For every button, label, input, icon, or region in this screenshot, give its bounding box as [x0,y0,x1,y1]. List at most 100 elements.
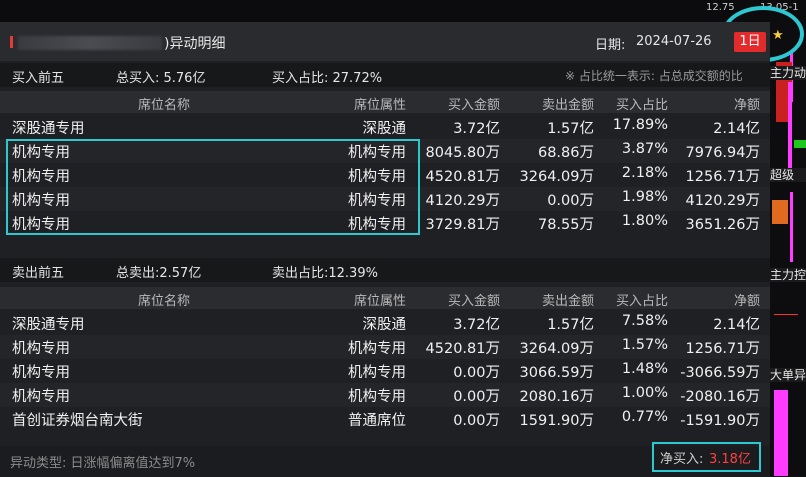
net-amount: 2.14亿 [713,317,760,333]
sell-ratio: 卖出占比:12.39% [272,266,378,281]
scale-label-left: 12.75 [706,2,735,13]
sell-amount: 3066.59万 [519,365,594,381]
side-label-super: 超级 [770,168,806,182]
net-buy-label: 净买入: [660,452,704,467]
title-marker [10,36,13,48]
chart-bar [772,200,788,224]
seat-attr: 机构专用 [348,341,406,357]
col-buy-ratio: 买入占比 [615,294,668,309]
col-seat-attr: 席位属性 [353,98,406,113]
table-row[interactable]: 机构专用 机构专用 0.00万 3066.59万 1.48% -3066.59万 [0,359,770,383]
net-amount: 3651.26万 [685,217,760,233]
sell-amount: 2080.16万 [519,389,594,405]
buy-amount: 0.00万 [453,365,500,381]
side-label-big-order: 大单异动 [770,368,806,382]
buy-ratio: 1.57% [621,337,668,353]
ratio-note: ※ 占比统一表示: 占总成交额的比 [565,69,743,83]
chart-bar [794,140,806,148]
institution-highlight-box [6,139,420,235]
sell-amount: 3264.09万 [519,169,594,185]
net-buy-box: 净买入: 3.18亿 [652,442,761,472]
sell-amount: 1591.90万 [519,413,594,429]
sell-amount: 1.57亿 [547,121,594,137]
buy-ratio: 买入占比: 27.72% [272,71,383,86]
buy-amount: 0.00万 [453,413,500,429]
net-amount: 2.14亿 [713,121,760,137]
title-suffix: )异动明细 [164,36,226,52]
sell-amount: 3264.09万 [519,341,594,357]
seat-attr: 机构专用 [348,389,406,405]
net-buy-value: 3.18亿 [709,452,751,467]
buy-ratio: 2.18% [621,165,668,181]
seat-name: 机构专用 [12,365,70,381]
date-value[interactable]: 2024-07-26 [636,34,712,49]
sell-amount: 68.86万 [537,145,594,161]
col-sell-amount: 卖出金额 [541,98,594,113]
chart-bar [790,192,793,262]
unusual-trading-dialog: )异动明细 日期: 2024-07-26 1日 买入前五 总买入: 5.76亿 … [0,22,770,477]
sell-amount: 1.57亿 [547,317,594,333]
seat-name: 首创证券烟台南大街 [12,413,143,429]
sell-total: 总卖出:2.57亿 [116,266,202,281]
redacted-stock-name [18,36,162,50]
seat-name: 深股通专用 [12,121,85,137]
chart-scale-strip: 12.75 13.05-1 [0,0,806,22]
buy-amount: 4520.81万 [425,169,500,185]
sell-table-body: 深股通专用 深股通 3.72亿 1.57亿 7.58% 2.14亿 机构专用 机… [0,311,770,431]
col-buy-ratio: 买入占比 [615,98,668,113]
date-label: 日期: [595,38,626,53]
dialog-titlebar: )异动明细 日期: 2024-07-26 1日 [0,23,770,61]
net-amount: -1591.90万 [680,413,760,429]
buy-ratio: 7.58% [621,313,668,329]
col-buy-amount: 买入金额 [447,294,500,309]
chart-bar [774,390,788,476]
col-sell-amount: 卖出金额 [541,294,594,309]
side-chart-panel[interactable]: 主力动向 超级 主力控盘 大单异动 [770,22,806,476]
sell-table-header: 席位名称 席位属性 买入金额 卖出金额 买入占比 净额 [0,287,770,309]
side-label-main-force: 主力动向 [770,66,806,80]
seat-attr: 机构专用 [348,365,406,381]
side-label-control: 主力控盘 [770,268,806,282]
star-icon[interactable]: ★ [772,28,784,43]
table-row[interactable]: 深股通专用 深股通 3.72亿 1.57亿 7.58% 2.14亿 [0,311,770,335]
seat-attr: 深股通 [362,121,407,137]
buy-ratio: 3.87% [621,141,668,157]
buy-table-header: 席位名称 席位属性 买入金额 卖出金额 买入占比 净额 [0,91,770,113]
net-amount: -3066.59万 [680,365,760,381]
buy-ratio: 1.98% [621,189,668,205]
buy-amount: 3729.81万 [425,217,500,233]
seat-name: 机构专用 [12,389,70,405]
sell-amount: 78.55万 [537,217,594,233]
buy-ratio: 0.77% [621,409,668,425]
unusual-type-text: 异动类型: 日涨幅偏离值达到7% [10,456,196,471]
col-seat-name: 席位名称 [138,294,191,309]
buy-ratio: 17.89% [612,117,668,133]
buy-amount: 4520.81万 [425,341,500,357]
net-amount: 1256.71万 [685,341,760,357]
table-row[interactable]: 机构专用 机构专用 0.00万 2080.16万 1.00% -2080.16万 [0,383,770,407]
col-net: 净额 [733,98,760,113]
seat-name: 机构专用 [12,341,70,357]
net-amount: 4120.29万 [685,193,760,209]
buy-total: 总买入: 5.76亿 [116,71,206,86]
net-amount: -2080.16万 [680,389,760,405]
dialog-title: )异动明细 [18,33,225,53]
sell-summary: 卖出前五 总卖出:2.57亿 卖出占比:12.39% [0,258,770,282]
buy-amount: 0.00万 [453,389,500,405]
net-amount: 1256.71万 [685,169,760,185]
table-row[interactable]: 首创证券烟台南大街 普通席位 0.00万 1591.90万 0.77% -159… [0,407,770,431]
buy-ratio: 1.80% [621,213,668,229]
seat-name: 深股通专用 [12,317,85,333]
buy-amount: 4120.29万 [425,193,500,209]
buy-amount: 3.72亿 [453,317,500,333]
sell-section-label: 卖出前五 [12,266,65,281]
table-row[interactable]: 机构专用 机构专用 4520.81万 3264.09万 1.57% 1256.7… [0,335,770,359]
table-row[interactable]: 深股通专用 深股通 3.72亿 1.57亿 17.89% 2.14亿 [0,115,770,139]
buy-summary: 买入前五 总买入: 5.76亿 买入占比: 27.72% ※ 占比统一表示: 占… [0,63,770,87]
period-button[interactable]: 1日 [734,32,766,52]
chart-bar [774,314,798,315]
col-buy-amount: 买入金额 [447,98,500,113]
col-seat-attr: 席位属性 [353,294,406,309]
seat-attr: 普通席位 [348,413,406,429]
buy-ratio: 1.48% [621,361,668,377]
